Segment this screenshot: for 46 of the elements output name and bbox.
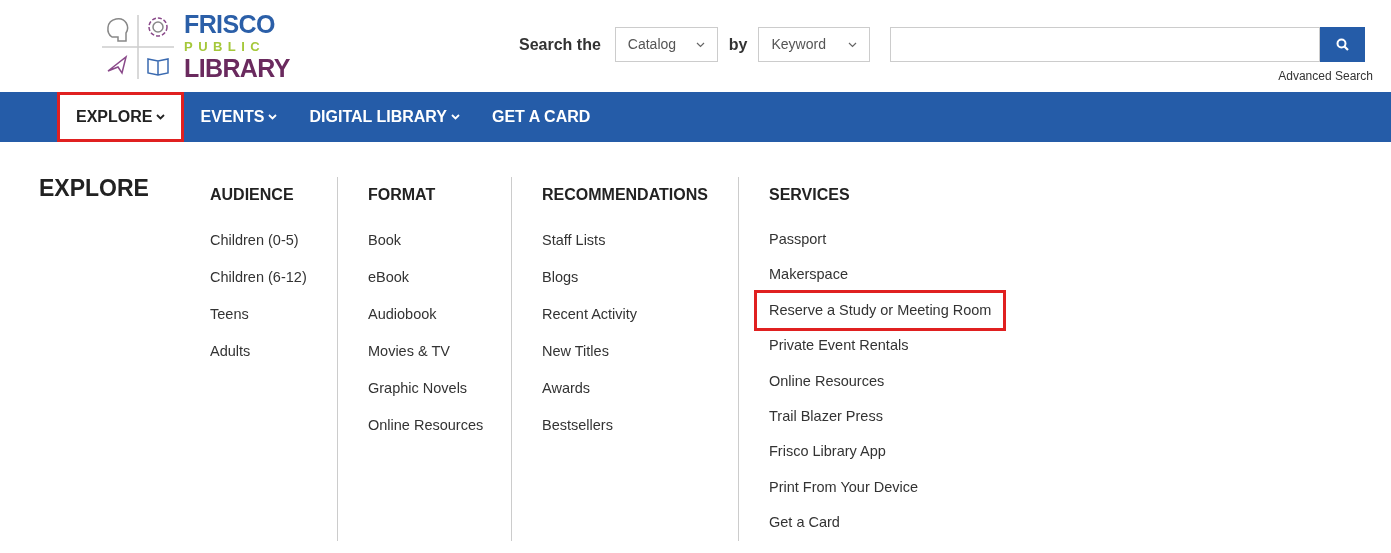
menu-link[interactable]: New Titles: [542, 333, 609, 370]
menu-link[interactable]: Movies & TV: [368, 333, 450, 370]
logo-subtitle: PUBLIC: [184, 40, 267, 53]
menu-link[interactable]: Awards: [542, 370, 591, 407]
menu-link[interactable]: Children (6-12): [210, 259, 307, 296]
menu-link[interactable]: Blogs: [542, 259, 579, 296]
menu-link[interactable]: Passport: [769, 222, 827, 258]
nav-tab[interactable]: EXPLORE: [57, 92, 185, 142]
menu-link[interactable]: Children (0-5): [210, 222, 299, 259]
menu-link[interactable]: Online Resources: [769, 363, 885, 400]
column-heading: AUDIENCE: [210, 185, 295, 205]
search-label: Search the: [519, 34, 601, 55]
nav-tab[interactable]: DIGITAL LIBRARY: [293, 92, 476, 142]
nav-tab[interactable]: EVENTS: [184, 92, 294, 142]
search-field[interactable]: [890, 27, 1321, 62]
menu-link[interactable]: Frisco Library App: [769, 434, 886, 471]
caret-icon: [848, 41, 858, 48]
column-heading: FORMAT: [368, 185, 437, 205]
menu-link[interactable]: Book: [368, 222, 402, 259]
caret-icon: [695, 41, 705, 48]
by-label: by: [728, 34, 748, 55]
menu-link[interactable]: Online Resources: [368, 407, 484, 444]
menu-link[interactable]: Audiobook: [368, 296, 437, 333]
menu-link[interactable]: eBook: [368, 259, 410, 296]
menu-link[interactable]: Trail Blazer Press: [769, 399, 883, 435]
menu-link[interactable]: Bestsellers: [542, 407, 613, 444]
menu-link[interactable]: Adults: [210, 333, 251, 370]
scope-select[interactable]: Catalog: [614, 27, 718, 62]
menu-link[interactable]: Get a Card: [769, 505, 840, 541]
nav-tab[interactable]: GET A CARD: [475, 92, 607, 142]
column-heading: SERVICES: [769, 185, 851, 205]
field-select[interactable]: Keyword: [758, 27, 871, 62]
logo-icons-drawing: [102, 14, 174, 79]
menu-link[interactable]: Reserve a Study or Meeting Room: [754, 289, 1007, 332]
menu-link[interactable]: Print From Your Device: [769, 470, 919, 506]
column-heading: RECOMMENDATIONS: [542, 185, 709, 205]
search-button[interactable]: [1320, 27, 1366, 62]
advanced-search-link[interactable]: Advanced Search: [1278, 67, 1373, 85]
search-icon: [1336, 38, 1350, 51]
menu-title: EXPLORE: [39, 175, 149, 201]
menu-link[interactable]: Recent Activity: [542, 296, 638, 333]
menu-link[interactable]: Graphic Novels: [368, 370, 468, 407]
logo-title: FRISCO: [184, 12, 276, 37]
logo-title: LIBRARY: [184, 56, 290, 81]
menu-link[interactable]: Staff Lists: [542, 222, 606, 259]
menu-link[interactable]: Teens: [210, 296, 249, 333]
